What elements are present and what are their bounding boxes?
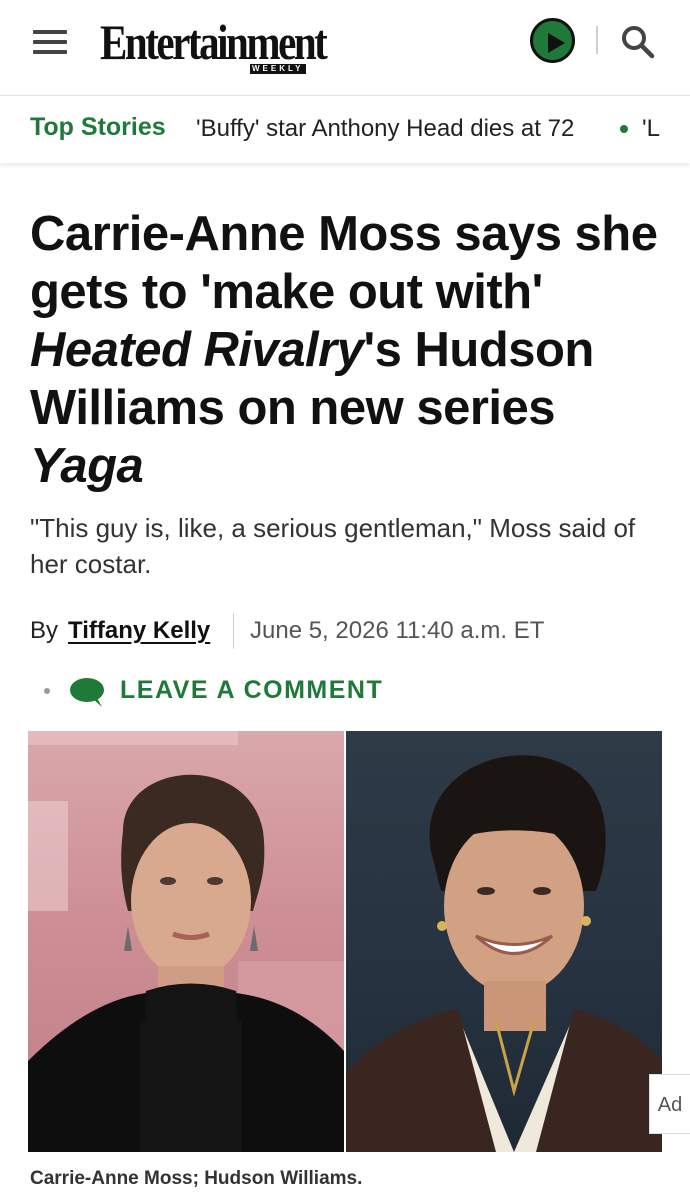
leave-comment-link[interactable]: LEAVE A COMMENT [120, 676, 383, 705]
play-icon[interactable] [530, 18, 575, 63]
ad-label[interactable]: Ad [649, 1074, 690, 1134]
site-header: Entertainment WEEKLY [0, 0, 690, 96]
ticker-separator-dot [620, 125, 628, 133]
author-link[interactable]: Tiffany Kelly [68, 617, 210, 645]
article-dek: "This guy is, like, a serious gentleman,… [30, 513, 636, 579]
byline-divider [233, 613, 234, 649]
image-caption: Carrie-Anne Moss; Hudson Williams. [30, 1168, 363, 1189]
photo-carrie-anne-moss [28, 731, 344, 1152]
byline-prefix: By [30, 617, 59, 644]
bullet-dot [44, 688, 50, 694]
hamburger-menu-icon[interactable] [33, 28, 67, 56]
search-icon[interactable] [620, 24, 656, 60]
top-stories-label[interactable]: Top Stories [30, 113, 166, 142]
header-divider [596, 26, 598, 54]
logo-subtext: WEEKLY [250, 64, 306, 74]
headline-text-1: Carrie-Anne Moss says she gets to 'make … [30, 207, 658, 319]
top-story-link[interactable]: 'Buffy' star Anthony Head dies at 72 [196, 115, 574, 143]
headline-series-title: Yaga [30, 439, 144, 493]
publish-date: June 5, 2026 11:40 a.m. ET [250, 617, 545, 644]
next-top-story-link[interactable]: 'L [642, 115, 660, 143]
comment-bubble-icon[interactable] [68, 676, 108, 715]
headline-show-title: Heated Rivalry [30, 323, 364, 377]
article-hero-image [28, 731, 662, 1152]
top-stories-bar: Top Stories 'Buffy' star Anthony Head di… [0, 97, 690, 163]
site-logo[interactable]: Entertainment WEEKLY [100, 14, 328, 74]
article-headline: Carrie-Anne Moss says she gets to 'make … [30, 205, 670, 495]
logo-wordmark: Entertainment [100, 14, 328, 70]
photo-hudson-williams [346, 731, 662, 1152]
